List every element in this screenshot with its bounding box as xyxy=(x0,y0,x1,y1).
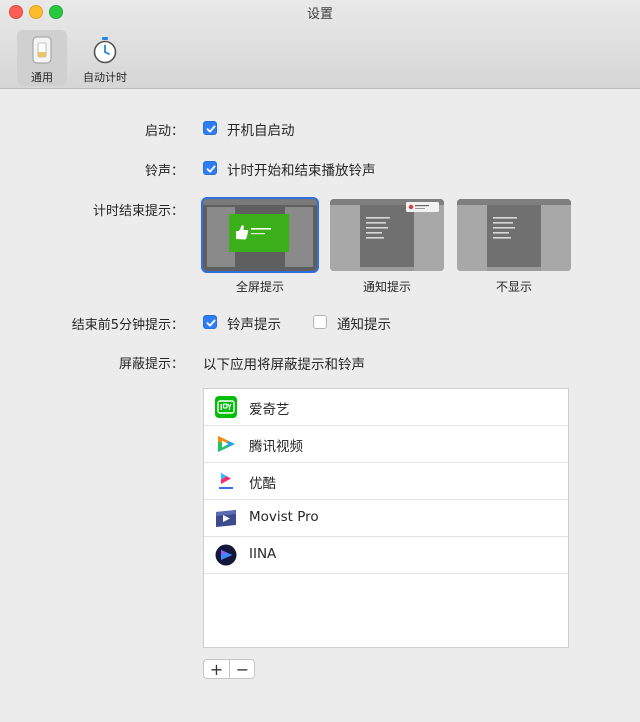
stopwatch-icon xyxy=(80,36,130,64)
five-min-ringtone-checkbox[interactable] xyxy=(203,315,217,329)
list-item[interactable]: IINA xyxy=(204,537,568,574)
end-alert-label: 计时结束提示： xyxy=(92,204,184,219)
five-min-notification-checkbox[interactable] xyxy=(313,315,327,329)
five-min-ringtone-label[interactable]: 铃声提示 xyxy=(227,313,281,333)
movist-icon xyxy=(215,507,237,529)
five-min-notification-label[interactable]: 通知提示 xyxy=(337,313,391,333)
block-label: 屏蔽提示： xyxy=(118,357,184,372)
ringtone-checkbox[interactable] xyxy=(203,161,217,175)
app-name: 爱奇艺 xyxy=(249,402,290,418)
youku-icon xyxy=(215,470,237,492)
app-name: 腾讯视频 xyxy=(249,439,303,455)
iqiyi-icon xyxy=(215,396,237,418)
app-name: IINA xyxy=(249,546,277,562)
notification-alert-caption: 通知提示 xyxy=(362,280,411,294)
phone-icon xyxy=(17,36,67,64)
startup-checkbox-label[interactable]: 开机自启动 xyxy=(227,119,295,139)
block-description: 以下应用将屏蔽提示和铃声 xyxy=(203,357,365,373)
blocked-apps-list[interactable]: 爱奇艺 腾讯视频 优酷 Movist Pro IINA xyxy=(203,388,569,648)
five-min-alert-label: 结束前5分钟提示： xyxy=(71,318,184,333)
app-name: 优酷 xyxy=(249,476,276,492)
tab-general-label: 通用 xyxy=(31,71,53,84)
app-name: Movist Pro xyxy=(249,509,319,525)
title-bar: 设置 通用 自动计时 xyxy=(0,0,640,89)
remove-app-button[interactable]: − xyxy=(230,660,255,679)
no-alert-caption: 不显示 xyxy=(495,280,532,294)
list-item[interactable]: 优酷 xyxy=(204,463,568,500)
tab-auto-timing[interactable]: 自动计时 xyxy=(80,30,130,86)
settings-window: 设置 通用 自动计时 启动： 开机自启动 铃声： 计时开始和结束播放铃声 计时结… xyxy=(0,0,640,722)
list-item[interactable]: Movist Pro xyxy=(204,500,568,537)
tencent-video-icon xyxy=(215,433,237,455)
startup-label: 启动： xyxy=(144,124,184,139)
add-remove-control: + − xyxy=(203,659,255,679)
ringtone-label: 铃声： xyxy=(144,164,184,179)
ringtone-checkbox-label[interactable]: 计时开始和结束播放铃声 xyxy=(227,159,376,179)
iina-icon xyxy=(215,544,237,566)
fullscreen-alert-option[interactable] xyxy=(201,197,319,273)
notification-alert-option[interactable] xyxy=(330,199,444,271)
tab-auto-timing-label: 自动计时 xyxy=(83,71,127,84)
fullscreen-alert-caption: 全屏提示 xyxy=(235,280,284,294)
window-title: 设置 xyxy=(306,7,333,22)
no-alert-option[interactable] xyxy=(457,199,571,271)
tab-general[interactable]: 通用 xyxy=(17,30,67,86)
startup-checkbox[interactable] xyxy=(203,121,217,135)
add-app-button[interactable]: + xyxy=(204,660,230,679)
list-item[interactable]: 爱奇艺 xyxy=(204,389,568,426)
list-item[interactable]: 腾讯视频 xyxy=(204,426,568,463)
